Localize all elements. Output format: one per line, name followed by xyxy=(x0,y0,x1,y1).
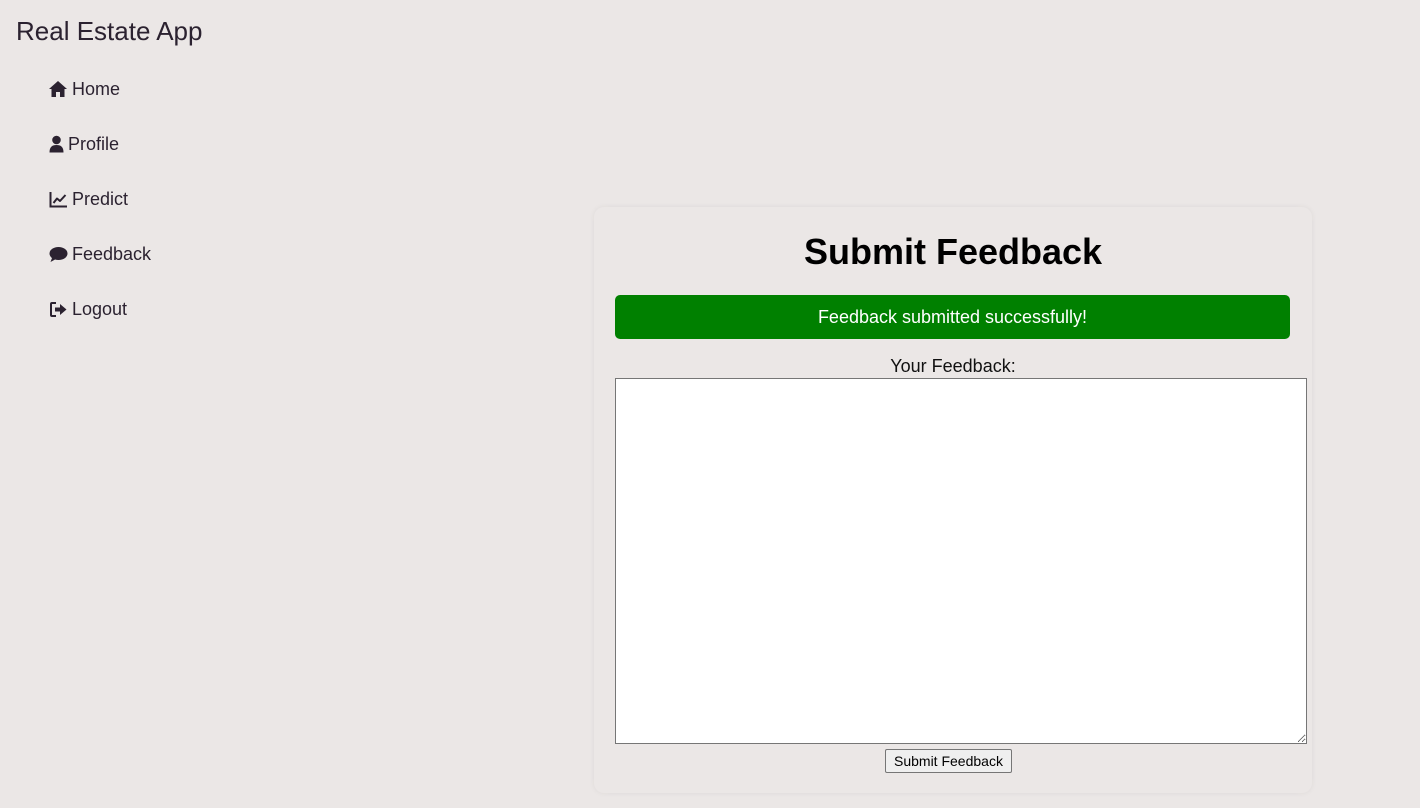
sidebar-item-profile[interactable]: Profile xyxy=(48,129,268,159)
sidebar-item-label: Home xyxy=(72,78,121,99)
feedback-card: Submit Feedback Feedback submitted succe… xyxy=(594,207,1312,793)
app-title: Real Estate App xyxy=(16,16,203,46)
home-icon xyxy=(48,79,68,99)
comment-icon xyxy=(48,244,68,264)
submit-feedback-button[interactable]: Submit Feedback xyxy=(885,749,1012,773)
sidebar-nav: Home Profile Predict Feedback Logout xyxy=(48,74,268,349)
feedback-label: Your Feedback: xyxy=(890,356,1016,376)
chart-line-icon xyxy=(48,189,68,209)
sidebar-item-label: Feedback xyxy=(72,243,152,264)
user-icon xyxy=(48,134,64,154)
feedback-textarea[interactable] xyxy=(615,378,1307,744)
success-message: Feedback submitted successfully! xyxy=(615,295,1290,339)
sidebar-item-predict[interactable]: Predict xyxy=(48,184,268,214)
sidebar-item-feedback[interactable]: Feedback xyxy=(48,239,268,269)
sign-out-icon xyxy=(48,299,68,319)
page-title: Submit Feedback xyxy=(803,231,1103,272)
sidebar-item-label: Logout xyxy=(72,298,128,319)
sidebar-item-logout[interactable]: Logout xyxy=(48,294,268,324)
sidebar-item-home[interactable]: Home xyxy=(48,74,268,104)
sidebar-item-label: Predict xyxy=(72,188,129,209)
sidebar-item-label: Profile xyxy=(68,133,120,154)
